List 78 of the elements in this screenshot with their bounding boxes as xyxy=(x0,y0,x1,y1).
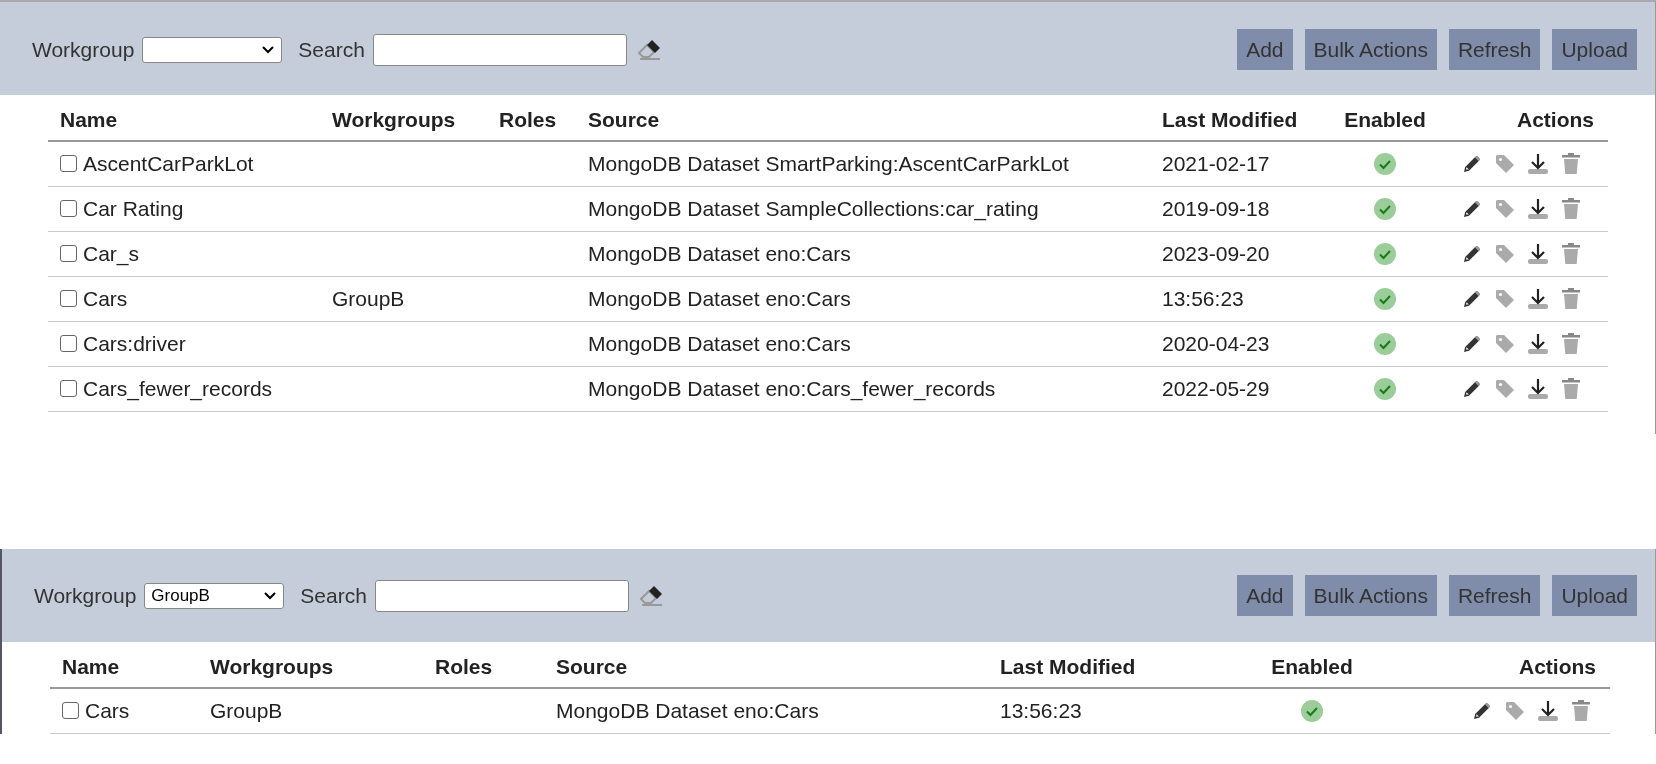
download-icon[interactable] xyxy=(1526,286,1550,311)
toolbar-button[interactable]: Upload xyxy=(1552,575,1637,616)
toolbar-button[interactable]: Bulk Actions xyxy=(1304,29,1437,70)
caret-icon xyxy=(263,590,278,601)
row-checkbox[interactable] xyxy=(60,200,77,217)
row-checkbox[interactable] xyxy=(62,702,79,720)
download-icon[interactable] xyxy=(1526,331,1550,356)
column-header: Source xyxy=(544,642,988,688)
table-cell: MongoDB Dataset SmartParking:AscentCarParkLot xyxy=(576,141,1150,186)
row-checkbox[interactable] xyxy=(60,290,77,307)
caret-icon xyxy=(261,44,276,55)
table-cell: 2022-05-29 xyxy=(1150,366,1328,411)
search-label: Search xyxy=(298,37,365,62)
column-header: Source xyxy=(576,95,1150,141)
column-header: Workgroups xyxy=(320,95,487,141)
table-cell: 2020-04-23 xyxy=(1150,321,1328,366)
table-cell: GroupB xyxy=(198,688,423,733)
column-header: Workgroups xyxy=(198,642,423,688)
table-cell: 2019-09-18 xyxy=(1150,186,1328,231)
table-cell: MongoDB Dataset eno:Cars_fewer_records xyxy=(576,366,1150,411)
dataset-name: Car Rating xyxy=(83,196,184,221)
row-checkbox[interactable] xyxy=(60,245,77,262)
toolbar-button[interactable]: Refresh xyxy=(1448,29,1541,70)
column-header: Roles xyxy=(487,95,576,141)
download-icon[interactable] xyxy=(1536,698,1560,723)
dataset-name: Cars:driver xyxy=(83,331,186,356)
table-cell: 2021-02-17 xyxy=(1150,141,1328,186)
column-header: Name xyxy=(50,642,198,688)
dataset-name: Cars_fewer_records xyxy=(83,376,273,401)
trash-icon[interactable] xyxy=(1559,331,1583,356)
trash-icon[interactable] xyxy=(1559,286,1583,311)
workgroup-label: Workgroup xyxy=(34,583,137,608)
row-checkbox[interactable] xyxy=(60,380,77,397)
toolbar-button[interactable]: Add xyxy=(1237,575,1293,616)
search-field[interactable] xyxy=(372,33,627,66)
dataset-name: Cars xyxy=(85,698,130,723)
table-cell: 13:56:23 xyxy=(1150,276,1328,321)
trash-icon[interactable] xyxy=(1559,376,1583,401)
dataset-name: AscentCarParkLot xyxy=(83,151,254,176)
download-icon[interactable] xyxy=(1526,376,1550,401)
trash-icon[interactable] xyxy=(1559,196,1583,221)
row-checkbox[interactable] xyxy=(60,335,77,352)
search-field[interactable] xyxy=(374,579,629,612)
search-label: Search xyxy=(300,583,367,608)
toolbar-button[interactable]: Refresh xyxy=(1448,575,1541,616)
trash-icon[interactable] xyxy=(1559,151,1583,176)
download-icon[interactable] xyxy=(1526,196,1550,221)
toolbar-button[interactable]: Bulk Actions xyxy=(1304,575,1437,616)
column-header: Last Modified xyxy=(988,642,1172,688)
table-cell: MongoDB Dataset SampleCollections:car_rating xyxy=(576,186,1150,231)
table-cell: MongoDB Dataset eno:Cars xyxy=(576,321,1150,366)
table-cell: 13:56:23 xyxy=(988,688,1172,733)
toolbar-button[interactable]: Upload xyxy=(1552,29,1637,70)
column-header: Actions xyxy=(1440,95,1608,141)
table-cell: MongoDB Dataset eno:Cars xyxy=(576,276,1150,321)
row-checkbox[interactable] xyxy=(60,155,77,173)
column-header: Enabled xyxy=(1172,642,1450,688)
trash-icon[interactable] xyxy=(1559,241,1583,266)
eraser-icon[interactable] xyxy=(638,584,665,607)
workgroup-dropdown[interactable] xyxy=(142,36,283,63)
download-icon[interactable] xyxy=(1526,151,1550,176)
column-header: Roles xyxy=(423,642,544,688)
dataset-name: Cars xyxy=(83,286,128,311)
toolbar-button[interactable]: Add xyxy=(1237,29,1293,70)
column-header: Name xyxy=(48,95,320,141)
table-cell: MongoDB Dataset eno:Cars xyxy=(544,688,988,733)
table-cell: MongoDB Dataset eno:Cars xyxy=(576,231,1150,276)
workgroup-dropdown[interactable]: GroupB xyxy=(144,582,285,609)
table-cell: GroupB xyxy=(320,276,487,321)
column-header: Last Modified xyxy=(1150,95,1328,141)
trash-icon[interactable] xyxy=(1569,698,1593,723)
download-icon[interactable] xyxy=(1526,241,1550,266)
eraser-icon[interactable] xyxy=(636,38,663,61)
dataset-name: Car_s xyxy=(83,241,140,266)
workgroup-label: Workgroup xyxy=(32,37,135,62)
table-cell: 2023-09-20 xyxy=(1150,231,1328,276)
column-header: Enabled xyxy=(1328,95,1440,141)
column-header: Actions xyxy=(1450,642,1610,688)
